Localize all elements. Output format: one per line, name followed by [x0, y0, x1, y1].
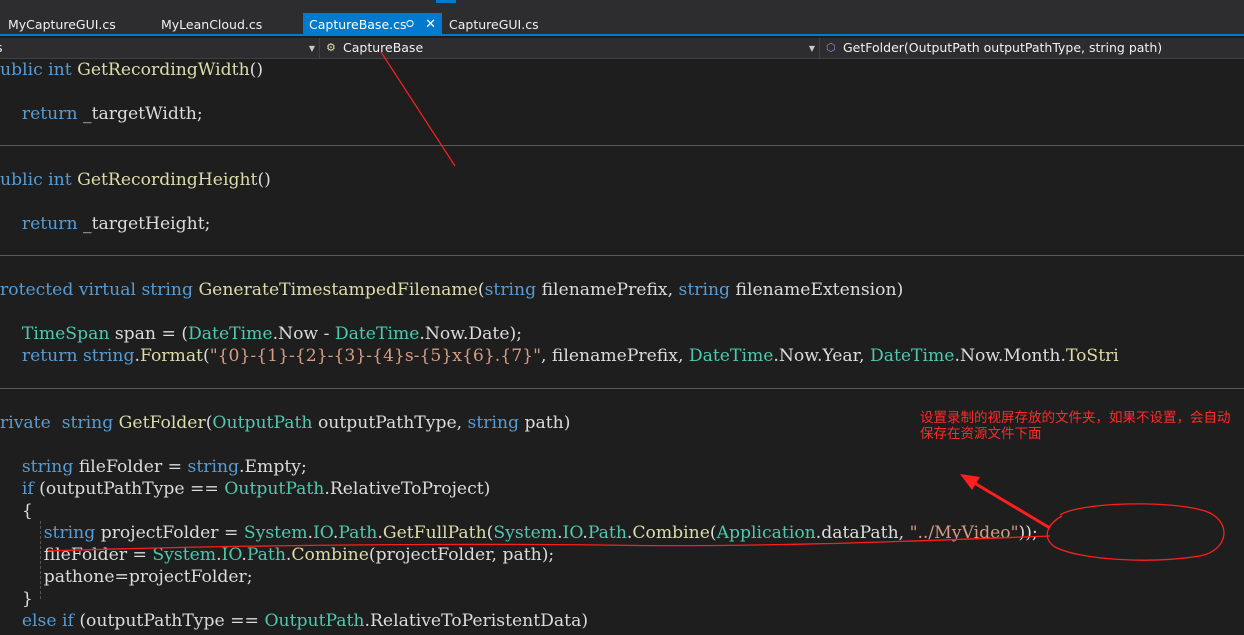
code-line-text: TimeSpan span = (DateTime.Now - DateTime…	[21, 324, 523, 344]
tab-label: CaptureBase.cs	[309, 17, 407, 32]
tab-capturebase[interactable]: CaptureBase.cs ⭘ ✕	[303, 13, 442, 36]
code-line-text: return _targetWidth;	[21, 104, 203, 124]
class-dropdown-value: CaptureBase	[343, 40, 424, 55]
chevron-down-icon: ▼	[308, 44, 315, 53]
method-separator	[0, 255, 1244, 256]
method-separator	[0, 388, 1244, 389]
code-line: else if (outputPathType == OutputPath.Re…	[0, 610, 588, 632]
code-line-text: return string.Format("{0}-{1}-{2}-{3}-{4…	[21, 346, 1119, 366]
code-line: rotected virtual string GenerateTimestam…	[0, 279, 903, 301]
code-line: ublic int GetRecordingHeight()	[0, 169, 271, 191]
chevron-down-icon: ▼	[808, 44, 815, 53]
code-line-text: if (outputPathType == OutputPath.Relativ…	[21, 479, 491, 499]
tab-label: MyLeanCloud.cs	[161, 17, 263, 32]
code-line: TimeSpan span = (DateTime.Now - DateTime…	[0, 323, 522, 345]
code-line: if (outputPathType == OutputPath.Relativ…	[0, 478, 490, 500]
code-line-text: ublic int GetRecordingHeight()	[0, 170, 271, 190]
project-dropdown-value: s	[0, 38, 3, 58]
tab-label: MyCaptureGUI.cs	[8, 17, 116, 32]
pin-icon[interactable]: ⭘	[406, 13, 414, 36]
code-line: ublic int GetRecordingWidth()	[0, 59, 263, 81]
tab-capturegui[interactable]: CaptureGUI.cs	[443, 13, 593, 36]
code-line-text: fileFolder = System.IO.Path.Combine(proj…	[0, 545, 555, 565]
close-icon[interactable]: ✕	[425, 13, 436, 36]
code-line-text: string fileFolder = string.Empty;	[21, 457, 307, 477]
annotation-note: 设置录制的视屏存放的文件夹，如果不设置，会自动保存在资源文件下面	[920, 410, 1231, 442]
code-line: string fileFolder = string.Empty;	[0, 456, 307, 478]
code-line-text: }	[0, 589, 33, 609]
code-editor[interactable]: ublic int GetRecordingWidth() return _ta…	[0, 59, 1244, 635]
class-dropdown[interactable]: ⚙ CaptureBase ▼	[322, 38, 820, 58]
tab-strip-marker	[436, 0, 456, 3]
document-tab-strip: MyCaptureGUI.cs MyLeanCloud.cs CaptureBa…	[0, 0, 1244, 36]
code-line: fileFolder = System.IO.Path.Combine(proj…	[0, 544, 555, 566]
code-line-text: ublic int GetRecordingWidth()	[0, 60, 264, 80]
navigation-bar: s ▼ ⚙ CaptureBase ▼ ⬡ GetFolder(OutputPa…	[0, 38, 1244, 59]
method-icon: ⬡	[826, 41, 836, 54]
code-line: {	[0, 500, 33, 522]
code-line-text: {	[0, 501, 33, 521]
code-line: return string.Format("{0}-{1}-{2}-{3}-{4…	[0, 345, 1119, 367]
tab-mycapturegui[interactable]: MyCaptureGUI.cs	[2, 13, 152, 36]
tab-myleancloud[interactable]: MyLeanCloud.cs	[155, 13, 303, 36]
method-separator	[0, 145, 1244, 146]
class-icon: ⚙	[326, 41, 336, 54]
code-line: string projectFolder = System.IO.Path.Ge…	[0, 522, 1038, 544]
code-line: pathone=projectFolder;	[0, 566, 253, 588]
code-line: rivate string GetFolder(OutputPath outpu…	[0, 412, 570, 434]
member-dropdown[interactable]: ⬡ GetFolder(OutputPath outputPathType, s…	[822, 38, 1244, 58]
code-line-text: pathone=projectFolder;	[0, 567, 253, 587]
code-line-text: string projectFolder = System.IO.Path.Ge…	[43, 523, 1038, 543]
tab-label: CaptureGUI.cs	[449, 17, 539, 32]
member-dropdown-value: GetFolder(OutputPath outputPathType, str…	[843, 40, 1163, 55]
code-line-text: rivate string GetFolder(OutputPath outpu…	[0, 413, 571, 433]
code-line-text: return _targetHeight;	[21, 214, 211, 234]
code-line-text: else if (outputPathType == OutputPath.Re…	[21, 611, 589, 631]
code-line: return _targetWidth;	[0, 103, 203, 125]
code-line-text: rotected virtual string GenerateTimestam…	[0, 280, 904, 300]
project-dropdown[interactable]: s ▼	[0, 38, 320, 58]
code-line: }	[0, 588, 33, 610]
code-line: return _targetHeight;	[0, 213, 211, 235]
